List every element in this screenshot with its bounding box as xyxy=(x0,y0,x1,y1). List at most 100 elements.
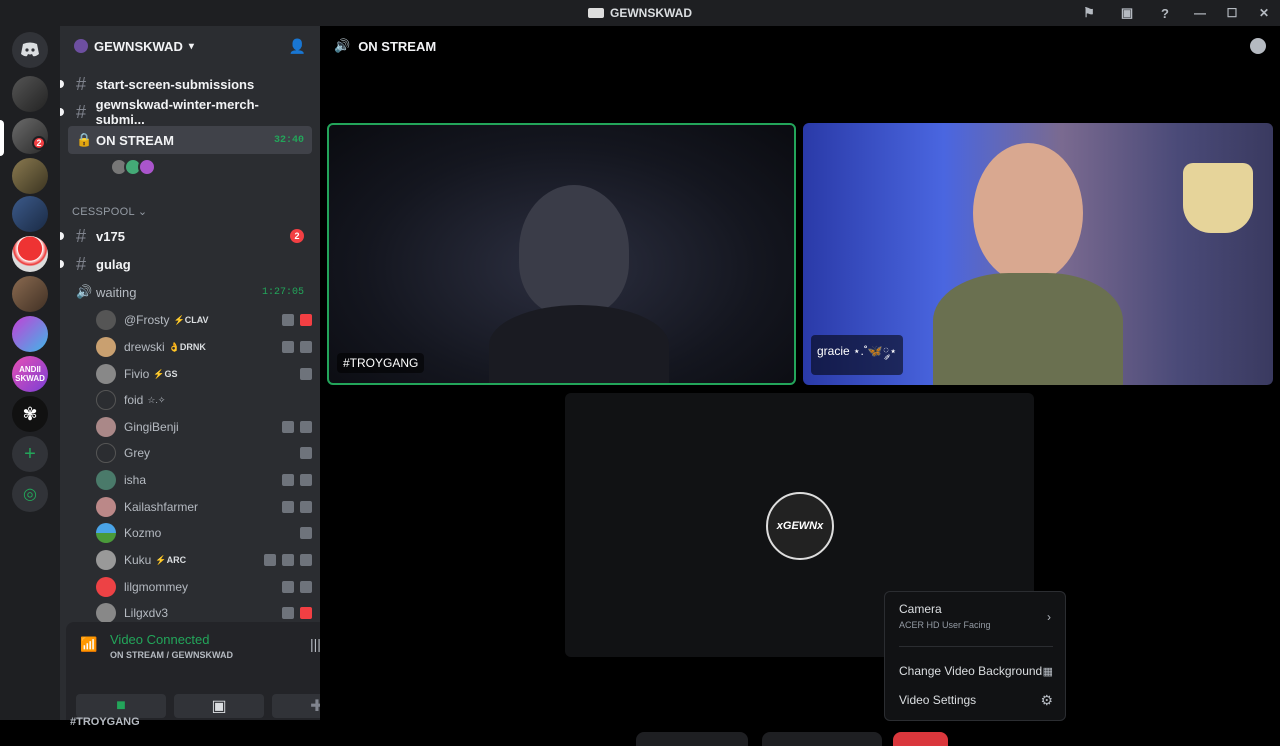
speaker-icon: 🔊 xyxy=(76,284,93,299)
stream-preview-label: #TROYGANG xyxy=(70,716,140,728)
video-tile-gracie[interactable]: gracie ⋆.˚🦋༘⋆ xyxy=(803,123,1273,385)
user-tag: ⚡CLAV xyxy=(173,314,209,325)
channel-v175[interactable]: # v175 2 xyxy=(60,222,312,250)
channel-waiting[interactable]: 🔊 waiting 1:27:05 xyxy=(68,278,312,306)
mic-muted-icon xyxy=(282,581,294,593)
channel-gulag[interactable]: # gulag xyxy=(60,250,312,278)
channel-start-screen-submissions[interactable]: # start-screen-submissions xyxy=(60,70,312,98)
channel-timer: 32:40 xyxy=(273,134,304,146)
server-icon[interactable]: ANDII SKWAD xyxy=(12,356,48,392)
flag-icon[interactable]: ⚑ xyxy=(1070,0,1108,26)
avatar xyxy=(96,364,116,384)
user-tag: 👌DRNK xyxy=(168,341,206,352)
chat-bubble-icon[interactable] xyxy=(1250,38,1266,54)
server-icon[interactable] xyxy=(12,236,48,272)
avatar xyxy=(96,310,116,330)
user-name: isha xyxy=(124,473,147,487)
stage-title: ON STREAM xyxy=(358,38,437,54)
mic-muted-icon xyxy=(300,527,312,539)
add-server-icon[interactable]: + xyxy=(12,436,48,472)
menu-item-video-settings[interactable]: Video Settings ⚙ xyxy=(893,689,1059,711)
user-name: drewski xyxy=(124,340,165,354)
server-logo-icon xyxy=(588,8,604,18)
voice-user[interactable]: Kuku ⚡ARC xyxy=(96,547,312,573)
video-tile-label: gracie ⋆.˚🦋༘⋆ xyxy=(811,335,903,375)
channel-label: start-screen-submissions xyxy=(96,76,255,92)
server-icon[interactable] xyxy=(12,316,48,352)
mic-muted-icon xyxy=(282,474,294,486)
mic-muted-icon xyxy=(282,501,294,513)
deafened-icon xyxy=(300,341,312,353)
server-icon[interactable] xyxy=(12,196,48,232)
voice-user[interactable]: Kozmo xyxy=(96,520,312,546)
server-icon[interactable] xyxy=(12,76,48,112)
menu-item-camera[interactable]: Camera ACER HD User Facing › xyxy=(893,602,1059,636)
voice-user[interactable]: foid ☆.✧ xyxy=(96,387,312,413)
channel-on-stream[interactable]: 🔒 ON STREAM 32:40 xyxy=(68,126,312,154)
video-tile-troygang[interactable]: #TROYGANG xyxy=(327,123,796,385)
voice-user[interactable]: Fivio ⚡GS xyxy=(96,361,312,387)
window-title: GEWNSKWAD xyxy=(610,6,692,20)
minimize-button[interactable]: — xyxy=(1184,0,1216,26)
voice-user[interactable]: Kailashfarmer xyxy=(96,494,312,520)
channel-merch-submissions[interactable]: # gewnskwad-winter-merch-submi... xyxy=(60,97,312,127)
background-icon: ▦ xyxy=(1042,665,1053,678)
mic-muted-icon xyxy=(282,607,294,619)
deafened-icon xyxy=(300,607,312,619)
invite-icon[interactable]: 👤 xyxy=(289,38,306,55)
voice-user[interactable]: @Frosty ⚡CLAV xyxy=(96,307,312,333)
voice-user[interactable]: drewski 👌DRNK xyxy=(96,334,312,360)
voice-user[interactable]: lilgmommey xyxy=(96,574,312,600)
category-cesspool[interactable]: CESSPOOL ⌄ xyxy=(72,205,147,218)
screen-share-control[interactable] xyxy=(762,732,882,746)
camera-button[interactable]: ■ xyxy=(76,694,166,718)
server-header[interactable]: GEWNSKWAD ▾ 👤 xyxy=(60,26,320,66)
channel-sidebar: GEWNSKWAD ▾ 👤 # start-screen-submissions… xyxy=(60,26,374,728)
video-subject-body xyxy=(933,273,1123,385)
voice-channel-path[interactable]: ON STREAM / GEWNSKWAD xyxy=(110,650,233,660)
channel-label: waiting xyxy=(96,284,137,300)
locked-voice-icon: 🔒 xyxy=(76,132,93,147)
video-tile-label: #TROYGANG xyxy=(337,353,425,373)
avatar xyxy=(96,497,116,517)
maximize-button[interactable]: ☐ xyxy=(1216,0,1248,26)
lamp-shape xyxy=(1183,163,1253,233)
channel-timer: 1:27:05 xyxy=(261,286,304,298)
leave-call-button[interactable] xyxy=(893,732,948,746)
screen-share-icon[interactable]: ▣ xyxy=(1108,0,1146,26)
camera-toggle-control[interactable] xyxy=(636,732,748,746)
unread-indicator xyxy=(60,260,64,268)
voice-status[interactable]: Video Connected xyxy=(110,632,210,647)
discord-home-icon[interactable] xyxy=(12,32,48,68)
avatar xyxy=(96,337,116,357)
help-icon[interactable]: ? xyxy=(1146,0,1184,26)
mic-muted-icon xyxy=(282,421,294,433)
chevron-down-icon: ⌄ xyxy=(137,206,148,218)
server-name: GEWNSKWAD xyxy=(94,38,183,54)
server-icon[interactable]: ✾ xyxy=(12,396,48,432)
avatar xyxy=(96,523,116,543)
close-button[interactable]: ✕ xyxy=(1248,0,1280,26)
deafened-icon xyxy=(300,421,312,433)
camera-icon: ■ xyxy=(116,697,126,714)
channel-label: gewnskwad-winter-merch-submi... xyxy=(95,97,259,127)
user-name: Kailashfarmer xyxy=(124,500,199,514)
voice-user[interactable]: isha xyxy=(96,467,312,493)
channel-label: ON STREAM xyxy=(96,132,174,148)
server-icon[interactable] xyxy=(12,276,48,312)
voice-user[interactable]: GingiBenji xyxy=(96,414,312,440)
video-subject xyxy=(519,185,629,315)
deafened-icon xyxy=(300,581,312,593)
avatar xyxy=(96,390,116,410)
camera-icon xyxy=(300,368,312,380)
user-tag: ⚡ARC xyxy=(155,554,187,565)
explore-icon[interactable]: ◎ xyxy=(12,476,48,512)
user-name: @Frosty xyxy=(124,313,170,327)
screen-share-button[interactable]: ▣ xyxy=(174,694,264,718)
channel-label: v175 xyxy=(96,228,125,244)
menu-item-change-background[interactable]: Change Video Background ▦ xyxy=(893,660,1059,682)
user-name: Kozmo xyxy=(124,526,162,540)
voice-user[interactable]: Grey xyxy=(96,440,312,466)
avatar xyxy=(96,470,116,490)
server-icon[interactable] xyxy=(12,158,48,194)
